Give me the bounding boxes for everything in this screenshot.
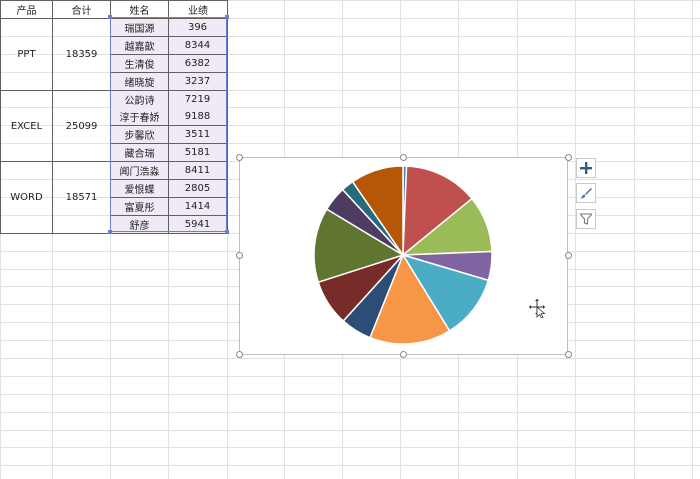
header-total[interactable]: 合计 xyxy=(53,1,110,18)
chart-resize-handle-ml[interactable] xyxy=(236,252,243,259)
score-cell[interactable]: 2805 xyxy=(169,180,226,197)
total-cell[interactable]: 25099 xyxy=(53,91,110,162)
name-cell[interactable]: 淳于春娇 xyxy=(111,108,168,125)
chart-styles-button[interactable] xyxy=(576,183,596,203)
score-cell[interactable]: 9188 xyxy=(169,108,226,125)
chart-resize-handle-br[interactable] xyxy=(565,351,572,358)
score-cell[interactable]: 5181 xyxy=(169,144,226,161)
name-cell[interactable]: 越嘉歆 xyxy=(111,37,168,54)
score-cell[interactable]: 7219 xyxy=(169,91,226,108)
product-cell[interactable]: PPT xyxy=(1,19,52,90)
chart-resize-handle-tr[interactable] xyxy=(565,154,572,161)
name-cell[interactable]: 绪晓旋 xyxy=(111,73,168,90)
chart-resize-handle-tm[interactable] xyxy=(400,154,407,161)
total-cell[interactable]: 18571 xyxy=(53,162,110,233)
name-cell[interactable]: 富夏彤 xyxy=(111,198,168,215)
name-cell[interactable]: 舒彦 xyxy=(111,216,168,233)
chart-resize-handle-bm[interactable] xyxy=(400,351,407,358)
name-cell[interactable]: 闻门浩淼 xyxy=(111,162,168,179)
chart-resize-handle-mr[interactable] xyxy=(565,252,572,259)
chart-resize-handle-tl[interactable] xyxy=(236,154,243,161)
name-cell[interactable]: 藏合瑞 xyxy=(111,144,168,161)
brush-icon xyxy=(580,188,592,199)
chart-elements-button[interactable] xyxy=(576,158,596,178)
score-cell[interactable]: 3237 xyxy=(169,73,226,90)
score-cell[interactable]: 8411 xyxy=(169,162,226,179)
score-cell[interactable]: 5941 xyxy=(169,216,226,233)
name-cell[interactable]: 爱恨蝶 xyxy=(111,180,168,197)
total-cell[interactable]: 18359 xyxy=(53,19,110,90)
name-cell[interactable]: 生清俊 xyxy=(111,55,168,72)
name-cell[interactable]: 步馨欣 xyxy=(111,126,168,143)
header-name[interactable]: 姓名 xyxy=(111,1,168,18)
move-cursor-icon xyxy=(529,299,546,318)
name-cell[interactable]: 瑞国源 xyxy=(111,19,168,36)
chart-resize-handle-bl[interactable] xyxy=(236,351,243,358)
pie-chart[interactable] xyxy=(240,158,567,354)
plus-icon xyxy=(580,162,592,174)
header-product[interactable]: 产品 xyxy=(1,1,52,18)
header-score[interactable]: 业绩 xyxy=(169,1,227,18)
score-cell[interactable]: 1414 xyxy=(169,198,226,215)
filter-icon xyxy=(580,213,592,225)
score-cell[interactable]: 8344 xyxy=(169,37,226,54)
score-cell[interactable]: 3511 xyxy=(169,126,226,143)
chart-filters-button[interactable] xyxy=(576,209,596,229)
pie-chart-frame[interactable] xyxy=(239,157,568,355)
product-cell[interactable]: EXCEL xyxy=(1,91,52,162)
score-cell[interactable]: 396 xyxy=(169,19,226,36)
product-cell[interactable]: WORD xyxy=(1,162,52,233)
score-cell[interactable]: 6382 xyxy=(169,55,226,72)
name-cell[interactable]: 公韵诗 xyxy=(111,91,168,108)
